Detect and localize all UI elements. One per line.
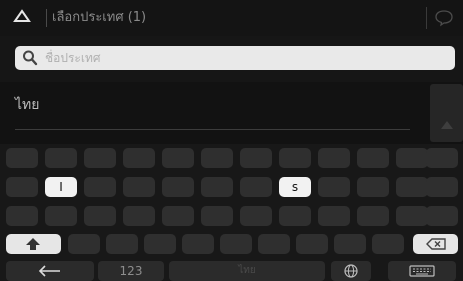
header-right-divider (426, 7, 427, 29)
keyboard-key[interactable] (84, 177, 116, 197)
keyboard-key[interactable] (279, 148, 311, 168)
keyboard-key[interactable] (426, 177, 458, 197)
keyboard-key[interactable] (220, 234, 252, 254)
scroll-up-button[interactable] (430, 84, 463, 142)
list-item[interactable]: ไทย (0, 82, 428, 130)
search-box[interactable] (15, 46, 455, 70)
keyboard-key[interactable] (201, 177, 233, 197)
chevron-up-icon (441, 121, 453, 129)
keyboard-bottom-row: 123 ไทย (0, 261, 463, 281)
list-divider (15, 129, 410, 130)
keyboard-key[interactable] (318, 148, 350, 168)
shift-key[interactable] (6, 234, 61, 254)
speech-bubble-icon[interactable] (434, 9, 454, 27)
keyboard-key[interactable] (318, 206, 350, 226)
keyboard-key[interactable] (6, 148, 38, 168)
keyboard-key[interactable] (201, 206, 233, 226)
language-key[interactable] (331, 261, 371, 281)
list-item-label: ไทย (15, 97, 40, 113)
keyboard-key[interactable] (296, 234, 328, 254)
results-list: ไทย (0, 82, 463, 144)
number-mode-key[interactable]: 123 (98, 261, 164, 281)
triangle-up-icon (13, 9, 31, 22)
keyboard-key-highlighted[interactable]: s (279, 177, 311, 197)
keyboard-key[interactable] (372, 234, 404, 254)
keyboard-key[interactable] (258, 234, 290, 254)
back-key[interactable] (6, 261, 94, 281)
top-bar: เลือกประเทศ (1) (0, 0, 463, 36)
keyboard-key[interactable] (357, 177, 389, 197)
search-input[interactable] (45, 47, 435, 69)
keyboard-key[interactable] (144, 234, 176, 254)
page-title: เลือกประเทศ (1) (52, 10, 147, 25)
keyboard-key[interactable] (162, 148, 194, 168)
search-area (0, 36, 463, 82)
keyboard-key[interactable] (426, 206, 458, 226)
keyboard-key[interactable] (357, 148, 389, 168)
keyboard-key[interactable] (162, 177, 194, 197)
keyboard-key[interactable] (396, 148, 428, 168)
keyboard-key[interactable] (201, 148, 233, 168)
keyboard-key[interactable] (68, 234, 100, 254)
keyboard-key[interactable] (279, 206, 311, 226)
keyboard-key[interactable] (6, 177, 38, 197)
keyboard-key[interactable] (240, 148, 272, 168)
keyboard-key[interactable] (106, 234, 138, 254)
keyboard-key[interactable] (318, 177, 350, 197)
keyboard-key[interactable] (6, 206, 38, 226)
keyboard-key[interactable] (84, 206, 116, 226)
backspace-icon (426, 238, 446, 250)
back-button[interactable] (0, 0, 42, 36)
keyboard-key[interactable] (182, 234, 214, 254)
keyboard-key[interactable] (426, 148, 458, 168)
space-key[interactable]: ไทย (169, 261, 325, 281)
keyboard-icon (409, 265, 435, 277)
keyboard-key[interactable] (123, 206, 155, 226)
keyboard-key[interactable] (357, 206, 389, 226)
keyboard-key[interactable] (240, 206, 272, 226)
keyboard-key[interactable] (123, 148, 155, 168)
keyboard-key[interactable] (45, 148, 77, 168)
delete-key[interactable] (413, 234, 458, 254)
keyboard-key[interactable] (123, 177, 155, 197)
keyboard-key-highlighted[interactable]: I (45, 177, 77, 197)
keyboard-key[interactable] (84, 148, 116, 168)
search-icon (23, 50, 38, 66)
keyboard-key[interactable] (396, 177, 428, 197)
keyboard-key[interactable] (334, 234, 366, 254)
keyboard-key[interactable] (240, 177, 272, 197)
hide-keyboard-key[interactable] (388, 261, 456, 281)
keyboard-key[interactable] (45, 206, 77, 226)
keyboard-key[interactable] (396, 206, 428, 226)
left-arrow-icon (38, 265, 60, 277)
globe-icon (344, 264, 358, 278)
header-divider (46, 9, 47, 27)
shift-arrow-icon (26, 238, 40, 250)
keyboard-key[interactable] (162, 206, 194, 226)
